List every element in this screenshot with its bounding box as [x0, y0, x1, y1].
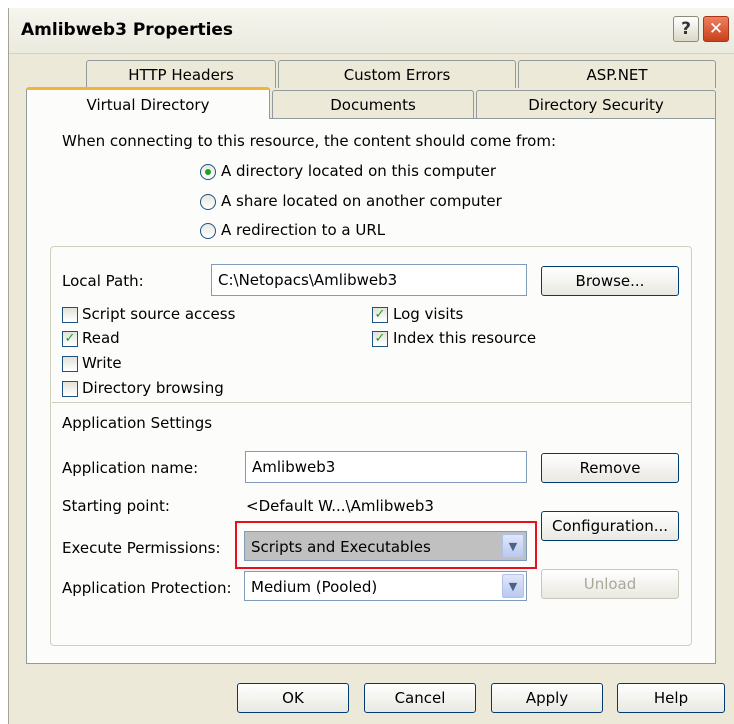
app-settings-heading: Application Settings	[62, 414, 213, 432]
log-visits-label[interactable]: Log visits	[393, 305, 463, 323]
radio-network-share-label[interactable]: A share located on another computer	[221, 192, 502, 210]
starting-point-label: Starting point:	[62, 497, 170, 515]
directory-browsing-checkbox[interactable]	[62, 381, 78, 397]
tab-documents[interactable]: Documents	[272, 90, 474, 118]
tab-custom-errors[interactable]: Custom Errors	[278, 60, 516, 88]
radio-url-redirect[interactable]	[200, 223, 216, 239]
write-label[interactable]: Write	[82, 354, 122, 372]
tab-virtual-directory[interactable]: Virtual Directory	[26, 87, 270, 119]
cancel-button[interactable]: Cancel	[364, 683, 476, 713]
index-resource-label[interactable]: Index this resource	[393, 329, 536, 347]
close-icon[interactable]: ✕	[703, 16, 729, 42]
section-divider	[52, 402, 692, 403]
unload-button: Unload	[541, 569, 679, 599]
log-visits-checkbox[interactable]: ✓	[372, 307, 388, 323]
starting-point-value: <Default W...\Amlibweb3	[246, 497, 434, 515]
app-name-input[interactable]: Amlibweb3	[245, 451, 527, 483]
remove-button[interactable]: Remove	[541, 453, 679, 483]
help-button[interactable]: Help	[617, 683, 725, 713]
title-bar[interactable]: Amlibweb3 Properties ? ✕	[9, 8, 734, 54]
chevron-down-icon[interactable]: ▼	[502, 574, 524, 598]
browse-button[interactable]: Browse...	[541, 266, 679, 296]
app-name-label: Application name:	[62, 459, 199, 477]
directory-browsing-label[interactable]: Directory browsing	[82, 379, 224, 397]
radio-network-share[interactable]	[200, 194, 216, 210]
app-protection-select[interactable]: Medium (Pooled) ▼	[244, 571, 527, 601]
index-resource-checkbox[interactable]: ✓	[372, 331, 388, 347]
tab-directory-security[interactable]: Directory Security	[476, 90, 716, 118]
local-path-label: Local Path:	[62, 272, 144, 290]
tab-asp-net[interactable]: ASP.NET	[518, 60, 716, 88]
configuration-button[interactable]: Configuration...	[541, 511, 679, 541]
app-protection-value: Medium (Pooled)	[251, 578, 378, 596]
script-source-access-label[interactable]: Script source access	[82, 305, 235, 323]
window-title: Amlibweb3 Properties	[21, 20, 234, 40]
local-path-input[interactable]: C:\Netopacs\Amlibweb3	[211, 264, 527, 296]
execute-permissions-label: Execute Permissions:	[62, 539, 221, 557]
highlight-box	[235, 521, 537, 569]
write-checkbox[interactable]	[62, 356, 78, 372]
read-label[interactable]: Read	[82, 329, 120, 347]
script-source-access-checkbox[interactable]	[62, 307, 78, 323]
radio-local-directory[interactable]	[200, 164, 216, 180]
source-prompt: When connecting to this resource, the co…	[62, 132, 557, 150]
app-protection-label: Application Protection:	[62, 579, 232, 597]
help-icon[interactable]: ?	[673, 16, 699, 42]
radio-url-redirect-label[interactable]: A redirection to a URL	[221, 221, 385, 239]
tab-http-headers[interactable]: HTTP Headers	[86, 60, 276, 88]
radio-local-directory-label[interactable]: A directory located on this computer	[221, 162, 496, 180]
read-checkbox[interactable]: ✓	[62, 331, 78, 347]
ok-button[interactable]: OK	[237, 683, 349, 713]
apply-button[interactable]: Apply	[491, 683, 603, 713]
